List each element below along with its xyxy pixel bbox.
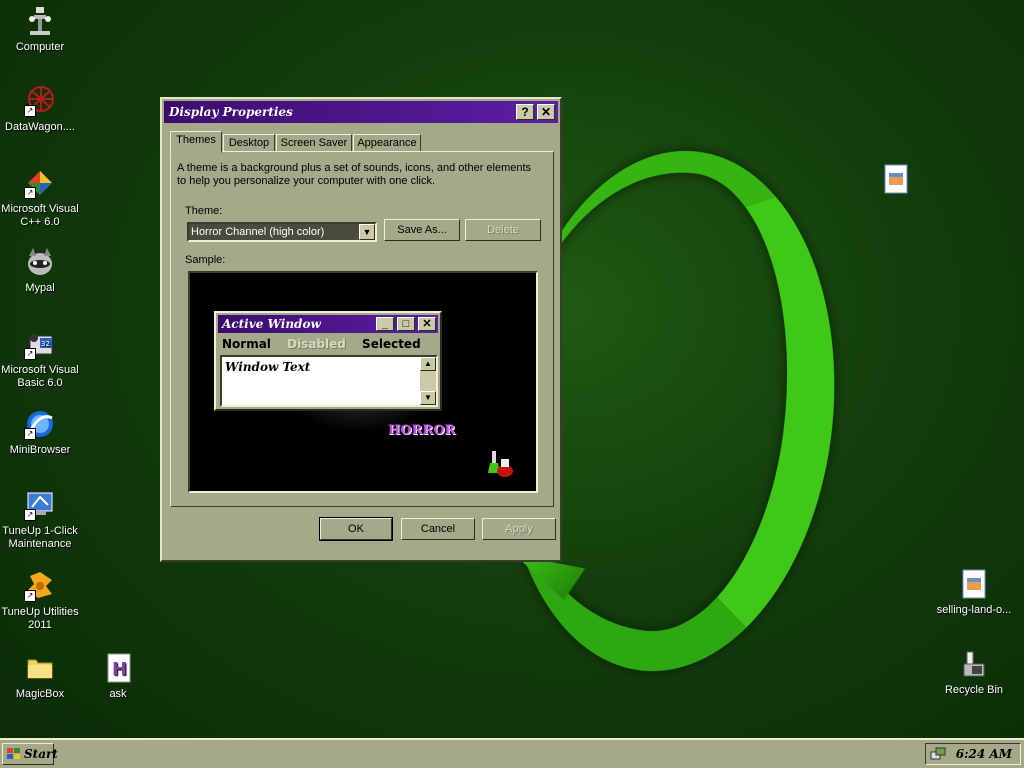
visual-basic-icon: 32 ↗	[24, 328, 56, 360]
sample-label: Sample:	[185, 254, 226, 266]
theme-description: A theme is a background plus a set of so…	[177, 162, 532, 187]
dialog-title: Display Properties	[169, 105, 293, 119]
ask-file-icon: H	[102, 652, 134, 684]
sample-window-title: Active Window	[222, 317, 321, 331]
display-properties-dialog: Display Properties ? ✕ Themes Desktop Sc…	[160, 97, 562, 562]
system-tray: 6:24 AM	[925, 743, 1021, 765]
windows-logo-icon	[7, 748, 21, 760]
help-button[interactable]: ?	[516, 104, 534, 120]
network-tray-icon[interactable]	[930, 746, 946, 762]
ok-button[interactable]: OK	[319, 517, 393, 541]
minibrowser-icon: ↗	[24, 408, 56, 440]
taskbar: Start 6:24 AM	[0, 738, 1024, 768]
theme-label: Theme:	[185, 205, 223, 217]
tuneup-utilities-icon: ↗	[24, 570, 56, 602]
horror-channel-logo: HORROR	[388, 423, 456, 438]
close-button[interactable]: ✕	[537, 104, 555, 120]
start-label: Start	[24, 747, 58, 761]
sample-menu-bar: Normal Disabled Selected	[222, 337, 433, 351]
apply-button[interactable]: Apply	[482, 518, 556, 540]
datawagon-icon: ↗	[24, 85, 56, 117]
folder-icon	[24, 652, 56, 684]
dialog-titlebar[interactable]: Display Properties ? ✕	[164, 101, 558, 123]
sample-menu-selected: Selected	[362, 337, 421, 351]
sample-window-text-area: Window Text ▲ ▼	[220, 355, 438, 407]
flask-icon	[486, 449, 514, 479]
recycle-bin-icon	[958, 648, 990, 680]
shortcut-arrow-icon: ↗	[24, 105, 36, 117]
scroll-up-icon: ▲	[420, 357, 436, 371]
tab-desktop[interactable]: Desktop	[223, 134, 275, 152]
desktop-icon-recycle-bin[interactable]: Recycle Bin	[934, 648, 1014, 697]
computer-icon	[24, 5, 56, 37]
close-icon: ✕	[418, 317, 436, 331]
svg-text:32: 32	[41, 340, 50, 348]
visual-cpp-icon: ↗	[24, 167, 56, 199]
sample-menu-disabled: Disabled	[287, 337, 346, 351]
desktop-icon-visual-basic[interactable]: 32 ↗ Microsoft Visual Basic 6.0	[0, 328, 80, 390]
cancel-button[interactable]: Cancel	[401, 518, 475, 540]
shortcut-arrow-icon: ↗	[24, 509, 36, 521]
tuneup-maintenance-icon: ↗	[24, 489, 56, 521]
desktop-icon-ask[interactable]: H ask	[78, 652, 158, 701]
save-as-button[interactable]: Save As...	[384, 219, 460, 241]
chevron-down-icon[interactable]: ▼	[359, 224, 375, 240]
desktop-icon-mypal[interactable]: Mypal	[0, 246, 80, 295]
clock[interactable]: 6:24 AM	[956, 747, 1012, 761]
sample-scrollbar: ▲ ▼	[420, 357, 436, 405]
desktop-icon-magicbox[interactable]: MagicBox	[0, 652, 80, 701]
svg-text:H: H	[112, 659, 127, 680]
delete-button[interactable]: Delete	[465, 219, 541, 241]
shortcut-arrow-icon: ↗	[24, 428, 36, 440]
maximize-icon: □	[397, 317, 415, 331]
start-button[interactable]: Start	[2, 743, 58, 765]
sample-active-window: Active Window _ □ ✕ Normal Disabled Sele…	[214, 311, 442, 411]
desktop-icon-visual-cpp[interactable]: ↗ Microsoft Visual C++ 6.0	[0, 167, 80, 229]
desktop-icon-tuneup-maintenance[interactable]: ↗ TuneUp 1-Click Maintenance	[0, 489, 80, 551]
image-file-icon	[880, 163, 912, 195]
theme-select-value: Horror Channel (high color)	[191, 226, 325, 238]
minimize-icon: _	[376, 317, 394, 331]
desktop-icon-image-file[interactable]	[856, 163, 936, 199]
theme-select[interactable]: Horror Channel (high color) ▼	[187, 222, 377, 242]
desktop-icon-selling-land[interactable]: selling-land-o...	[934, 568, 1014, 617]
tab-themes[interactable]: Themes	[170, 131, 222, 153]
scroll-down-icon: ▼	[420, 391, 436, 405]
mypal-icon	[24, 246, 56, 278]
tab-screen-saver[interactable]: Screen Saver	[276, 134, 352, 152]
desktop-icon-minibrowser[interactable]: ↗ MiniBrowser	[0, 408, 80, 457]
desktop-icon-tuneup-utilities[interactable]: ↗ TuneUp Utilities 2011	[0, 570, 80, 632]
theme-sample-preview: Active Window _ □ ✕ Normal Disabled Sele…	[188, 271, 538, 493]
image-file-icon	[958, 568, 990, 600]
desktop-icon-computer[interactable]: Computer	[0, 5, 80, 54]
sample-window-titlebar: Active Window _ □ ✕	[218, 315, 438, 333]
shortcut-arrow-icon: ↗	[24, 187, 36, 199]
tab-appearance[interactable]: Appearance	[353, 134, 421, 152]
shortcut-arrow-icon: ↗	[24, 590, 36, 602]
desktop-icon-datawagon[interactable]: ↗ DataWagon....	[0, 85, 80, 134]
shortcut-arrow-icon: ↗	[24, 348, 36, 360]
sample-menu-normal: Normal	[222, 337, 271, 351]
sample-window-text: Window Text	[225, 360, 311, 374]
